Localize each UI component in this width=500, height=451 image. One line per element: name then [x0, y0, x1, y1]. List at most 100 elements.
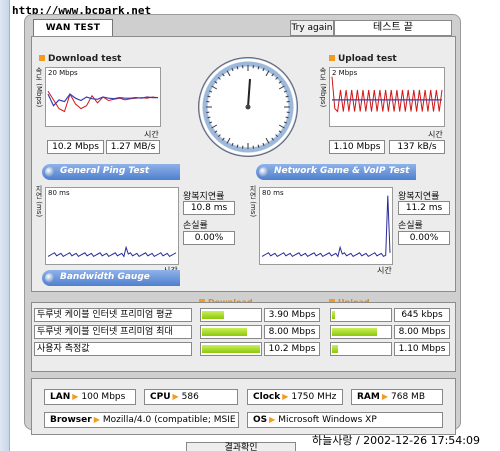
result-confirm-button[interactable]: 결과확인 — [186, 442, 296, 451]
ping-max-label: 80 ms — [48, 189, 70, 197]
upload-mbps: 1.10 Mbps — [329, 140, 385, 154]
upload-kbs: 137 kB/s — [389, 140, 445, 154]
gauge-tick — [257, 144, 260, 148]
cpu-label: CPU — [150, 392, 171, 402]
download-bar — [200, 308, 262, 322]
gauge-tick — [236, 66, 239, 70]
game-line — [261, 195, 391, 258]
gauge-tick — [214, 81, 218, 84]
download-max-label: 20 Mbps — [48, 69, 78, 77]
gauge-tick — [275, 134, 279, 138]
lan-info: LAN ▶ 100 Mbps — [44, 389, 136, 405]
gauge-tick — [265, 70, 270, 77]
gauge-tick — [217, 134, 221, 138]
os-info: OS ▶ Microsoft Windows XP — [247, 412, 443, 428]
game-section-label: Network Game & VoIP Test — [274, 166, 410, 176]
gauge-tick — [214, 130, 218, 133]
gauge-tick — [207, 116, 211, 119]
post-signature: 하늘사랑 / 2002-12-26 17:54:09 — [312, 434, 481, 447]
bandwidth-gauge-button[interactable]: Bandwidth Gauge — [42, 270, 180, 286]
gauge-tick — [226, 137, 231, 144]
download-value: 10.2 Mbps — [264, 342, 320, 356]
gauge-tick — [262, 142, 265, 146]
side-strip — [0, 0, 10, 451]
upload-bar-fill — [332, 328, 377, 336]
download-blue-line — [47, 93, 158, 107]
download-bar-fill — [202, 311, 224, 319]
gauge-tick — [231, 68, 234, 72]
gauge-tick — [271, 137, 274, 141]
gauge-tick — [236, 144, 239, 148]
game-x-label: 시간 — [377, 266, 392, 275]
gauge-tick — [211, 85, 218, 90]
gauge-tick — [275, 76, 279, 80]
clock-value: 1750 MHz — [291, 392, 337, 402]
gauge-tick — [283, 121, 287, 124]
arrow-icon: ▶ — [282, 392, 289, 401]
try-again-button[interactable]: Try again — [290, 20, 334, 36]
lan-label: LAN — [50, 392, 71, 402]
arrow-icon: ▶ — [72, 392, 79, 401]
gauge-tick — [278, 124, 285, 129]
upload-max-label: 2 Mbps — [332, 69, 358, 77]
download-bar-fill — [202, 328, 247, 336]
clock-info: Clock ▶ 1750 MHz — [247, 389, 343, 405]
ping-loss-value: 0.00% — [183, 231, 235, 245]
ping-line — [47, 245, 177, 258]
gauge-tick — [271, 73, 274, 77]
upload-bar — [330, 342, 392, 356]
game-max-label: 80 ms — [262, 189, 284, 197]
upload-value: 645 kbps — [394, 308, 450, 322]
clock-label: Clock — [253, 392, 281, 402]
os-label: OS — [253, 415, 268, 425]
download-x-label: 시간 — [144, 130, 159, 139]
os-value: Microsoft Windows XP — [278, 415, 377, 425]
ping-y-label: 지연 (ms) — [35, 185, 43, 218]
gauge-tick — [209, 121, 213, 124]
download-y-label: 속도 (Mbps) — [35, 67, 43, 108]
gauge-tick — [209, 90, 213, 93]
bandwidth-panel: 두루넷 케이블 인터넷 프리미엄 평균 3.90 Mbps 645 kbps 두… — [31, 302, 456, 372]
bandwidth-section-label: Bandwidth Gauge — [60, 272, 150, 282]
bullet-icon — [329, 55, 335, 61]
game-chart: 80 ms — [259, 187, 393, 265]
speed-gauge — [198, 57, 298, 157]
upload-bar-fill — [332, 345, 338, 353]
system-info-panel: LAN ▶ 100 Mbps CPU ▶ 586 Clock ▶ 1750 MHz RAM ▶… — [31, 378, 456, 435]
browser-label: Browser — [50, 415, 92, 425]
general-ping-test-button[interactable]: General Ping Test — [42, 164, 180, 180]
gauge-tick — [222, 73, 225, 77]
arrow-icon: ▶ — [269, 415, 276, 424]
download-bar — [200, 325, 262, 339]
download-chart: 20 Mbps — [45, 67, 161, 127]
upload-bar — [330, 325, 392, 339]
arrow-icon: ▶ — [381, 392, 389, 401]
game-y-label: 지연 (ms) — [249, 185, 257, 218]
gauge-tick — [211, 124, 218, 129]
upload-value: 8.00 Mbps — [394, 325, 450, 339]
gauge-hub — [245, 104, 251, 110]
ram-value: 768 MB — [391, 392, 425, 402]
upload-title-text: Upload test — [338, 54, 397, 64]
ball-icon — [45, 273, 55, 283]
gauge-tick — [278, 81, 282, 84]
gauge-tick — [283, 90, 287, 93]
browser-info: Browser ▶ Mozilla/4.0 (compatible; MSIE 6.… — [44, 412, 239, 428]
download-title-text: Download test — [48, 54, 122, 64]
cpu-value: 586 — [181, 392, 199, 402]
game-loss-value: 0.00% — [398, 231, 450, 245]
tab-wan-test[interactable]: WAN TEST — [33, 19, 113, 37]
download-mbps: 10.2 Mbps — [47, 140, 104, 154]
cpu-info: CPU ▶ 586 — [144, 389, 238, 405]
gauge-tick — [285, 116, 289, 119]
ram-info: RAM ▶ 768 MB — [351, 389, 443, 405]
upload-bar — [330, 308, 392, 322]
upload-title: Upload test — [329, 54, 397, 64]
upload-value: 1.10 Mbps — [394, 342, 450, 356]
gauge-dial — [206, 65, 290, 149]
ball-icon — [259, 167, 269, 177]
gauge-tick — [226, 70, 231, 77]
ram-label: RAM — [357, 392, 380, 402]
network-game-voip-button[interactable]: Network Game & VoIP Test — [256, 164, 416, 180]
speed-test-frame: WAN TEST Try again 테스트 끝 Download test 속… — [24, 14, 461, 435]
